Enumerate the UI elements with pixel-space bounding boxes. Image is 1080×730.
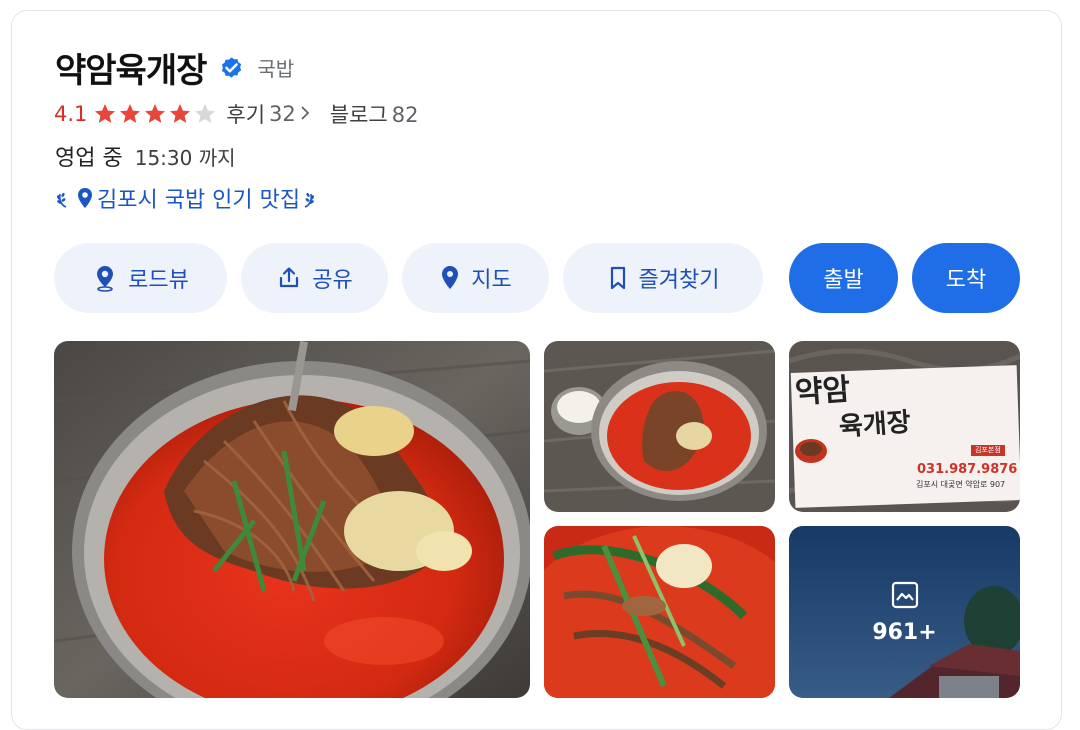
blog-count: 82 xyxy=(391,103,419,127)
verified-badge-icon xyxy=(218,54,245,81)
depart-button[interactable]: 출발 xyxy=(789,243,898,313)
map-button[interactable]: 지도 xyxy=(402,243,549,313)
laurel-left-icon xyxy=(55,186,71,210)
soup-closeup-photo xyxy=(544,526,775,698)
bookmark-button[interactable]: 즐겨찾기 xyxy=(563,243,763,313)
laurel-right-icon xyxy=(300,186,316,210)
sign-line2: 육개장 xyxy=(838,407,912,443)
review-link[interactable]: 후기 32 xyxy=(226,99,310,129)
more-photos-count: 961+ xyxy=(872,619,937,645)
photo-business-card[interactable]: 약암 육개장 김포본점 031.987.9876 김포시 대곶면 약암로 907 xyxy=(789,341,1020,512)
star-icon xyxy=(120,104,141,123)
bookmark-label: 즐겨찾기 xyxy=(638,268,720,293)
rating-row: 4.1 후기 32 블로그 82 xyxy=(54,98,418,130)
closing-time: 15:30 까지 xyxy=(134,145,236,170)
sign-line1: 약암 xyxy=(793,372,852,411)
hours-row[interactable]: 영업 중 15:30 까지 xyxy=(55,140,236,172)
title-row: 약암육개장 국밥 xyxy=(55,43,294,91)
star-rating xyxy=(93,102,218,126)
roadview-pin-icon xyxy=(97,266,114,292)
blog-label: 블로그 xyxy=(329,103,388,127)
depart-label: 출발 xyxy=(823,268,864,293)
sign-address: 김포시 대곶면 약암로 907 xyxy=(916,480,1006,489)
star-icon xyxy=(170,104,191,123)
badge-text: 김포시 국밥 인기 맛집 xyxy=(97,188,301,213)
photo-soup-closeup[interactable] xyxy=(544,526,775,698)
location-pin-icon xyxy=(75,186,95,210)
blog-link[interactable]: 블로그 82 xyxy=(330,99,419,129)
chevron-right-icon xyxy=(300,102,310,126)
map-label: 지도 xyxy=(471,268,512,293)
more-photos-overlay[interactable]: 961+ xyxy=(789,526,1020,698)
action-buttons: 로드뷰 공유 지도 즐겨찾기 출발 도착 xyxy=(54,243,1034,313)
star-icon xyxy=(145,104,166,123)
share-icon xyxy=(280,267,299,288)
photo-more-gallery[interactable]: 961+ xyxy=(789,526,1020,698)
category-label: 국밥 xyxy=(257,56,295,81)
yukgaejang-photo xyxy=(54,341,530,698)
rating-score: 4.1 xyxy=(54,102,88,126)
sign-phone: 031.987.9876 xyxy=(917,462,1018,477)
sign-branch: 김포본점 xyxy=(975,446,1001,454)
open-status: 영업 중 xyxy=(55,146,123,171)
share-button[interactable]: 공유 xyxy=(241,243,388,313)
star-empty-icon xyxy=(195,104,216,123)
popular-badge[interactable]: 김포시 국밥 인기 맛집 xyxy=(55,181,316,215)
review-count: 32 xyxy=(269,102,296,126)
arrive-label: 도착 xyxy=(945,268,987,293)
gallery-icon xyxy=(891,581,918,608)
photo-bowl-table[interactable] xyxy=(544,341,775,512)
place-name[interactable]: 약암육개장 xyxy=(55,43,207,92)
bookmark-icon xyxy=(610,266,625,290)
arrive-button[interactable]: 도착 xyxy=(912,243,1020,313)
main-photo[interactable] xyxy=(54,341,530,698)
roadview-button[interactable]: 로드뷰 xyxy=(54,243,227,313)
roadview-label: 로드뷰 xyxy=(128,268,189,293)
bowl-table-photo xyxy=(544,341,775,512)
share-label: 공유 xyxy=(312,268,353,293)
review-label: 후기 xyxy=(226,103,266,127)
star-icon xyxy=(95,104,116,123)
map-pin-icon xyxy=(442,266,459,289)
